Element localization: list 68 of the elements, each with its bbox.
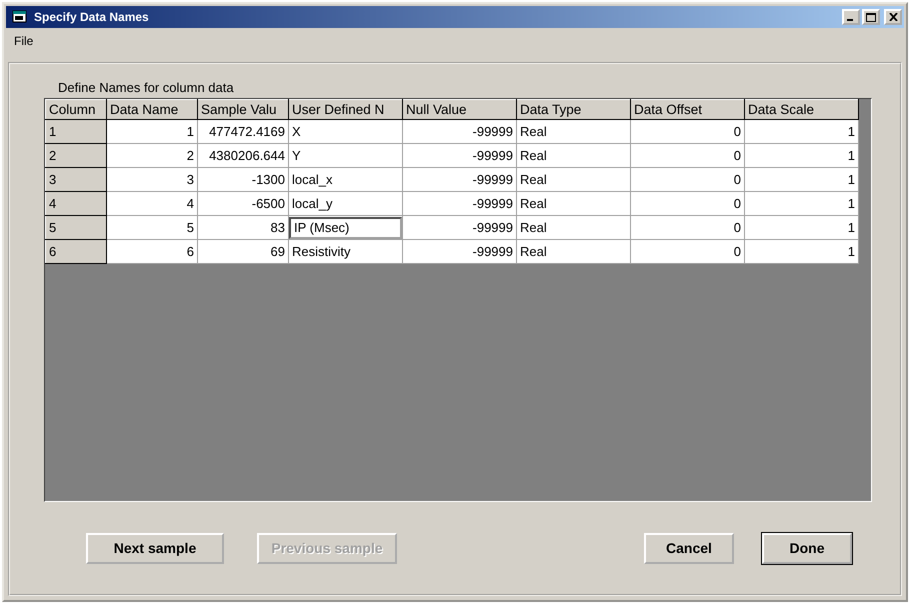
row-header[interactable]: 2 [46, 144, 106, 168]
table-cell: 5 [106, 216, 198, 240]
column-header[interactable]: Data Offset [630, 100, 744, 120]
grid-caption: Define Names for column data [57, 80, 235, 97]
table-cell: -99999 [402, 192, 516, 216]
table-cell: 69 [198, 240, 288, 264]
table-cell: 1 [106, 120, 198, 144]
table-cell: 6 [106, 240, 198, 264]
table-cell: X [288, 120, 402, 144]
window-icon [12, 10, 28, 24]
table-cell: local_y [288, 192, 402, 216]
table-cell: -99999 [402, 216, 516, 240]
column-header[interactable]: Data Name [106, 100, 198, 120]
row-header[interactable]: 4 [46, 192, 106, 216]
menu-item[interactable]: File [12, 34, 36, 48]
window-title: Specify Data Names [34, 10, 150, 24]
table-cell: 0 [630, 216, 744, 240]
next-sample-button[interactable]: Next sample [86, 532, 224, 564]
column-header[interactable]: Column [46, 100, 106, 120]
column-header[interactable]: Null Value [402, 100, 516, 120]
table-cell: Real [516, 192, 630, 216]
table-cell: 3 [106, 168, 198, 192]
column-header[interactable]: Data Type [516, 100, 630, 120]
row-header[interactable]: 1 [46, 120, 106, 144]
table-cell: 0 [630, 120, 744, 144]
table-cell: Resistivity [288, 240, 402, 264]
table-cell: Real [516, 216, 630, 240]
table-cell: Real [516, 168, 630, 192]
table-cell: -1300 [198, 168, 288, 192]
table-cell: 1 [744, 216, 858, 240]
maximize-button[interactable] [862, 9, 880, 25]
table-cell: local_x [288, 168, 402, 192]
minimize-button[interactable] [842, 9, 860, 25]
table-cell: 0 [630, 168, 744, 192]
row-header[interactable]: 6 [46, 240, 106, 264]
row-header[interactable]: 5 [46, 216, 106, 240]
table-cell: 1 [744, 240, 858, 264]
close-icon [888, 13, 898, 21]
table-cell: 0 [630, 192, 744, 216]
table-cell: 4 [106, 192, 198, 216]
cancel-button[interactable]: Cancel [644, 532, 734, 564]
row-header[interactable]: 3 [46, 168, 106, 192]
maximize-icon [866, 12, 876, 22]
table-cell: Y [288, 144, 402, 168]
table-cell: Real [516, 144, 630, 168]
table-cell: -6500 [198, 192, 288, 216]
column-header[interactable]: Sample Valu [198, 100, 288, 120]
column-header[interactable]: Data Scale [744, 100, 858, 120]
table-cell: -99999 [402, 120, 516, 144]
table-cell: 0 [630, 144, 744, 168]
done-button[interactable]: Done [762, 532, 852, 564]
table-cell: Real [516, 120, 630, 144]
table-cell: 1 [744, 168, 858, 192]
table-cell: -99999 [402, 240, 516, 264]
table-cell: 2 [106, 144, 198, 168]
table-cell: 477472.4169 [198, 120, 288, 144]
table-cell: 4380206.644 [198, 144, 288, 168]
table-cell: 1 [744, 120, 858, 144]
table-cell: 83 [198, 216, 288, 240]
column-header[interactable]: User Defined N [288, 100, 402, 120]
table-cell: -99999 [402, 144, 516, 168]
table-cell: 1 [744, 192, 858, 216]
table-cell: Real [516, 240, 630, 264]
table-cell: 1 [744, 144, 858, 168]
table-cell: 0 [630, 240, 744, 264]
close-button[interactable] [884, 9, 902, 25]
cell-edit-field[interactable]: IP (Msec) [290, 216, 402, 238]
table-cell: -99999 [402, 168, 516, 192]
